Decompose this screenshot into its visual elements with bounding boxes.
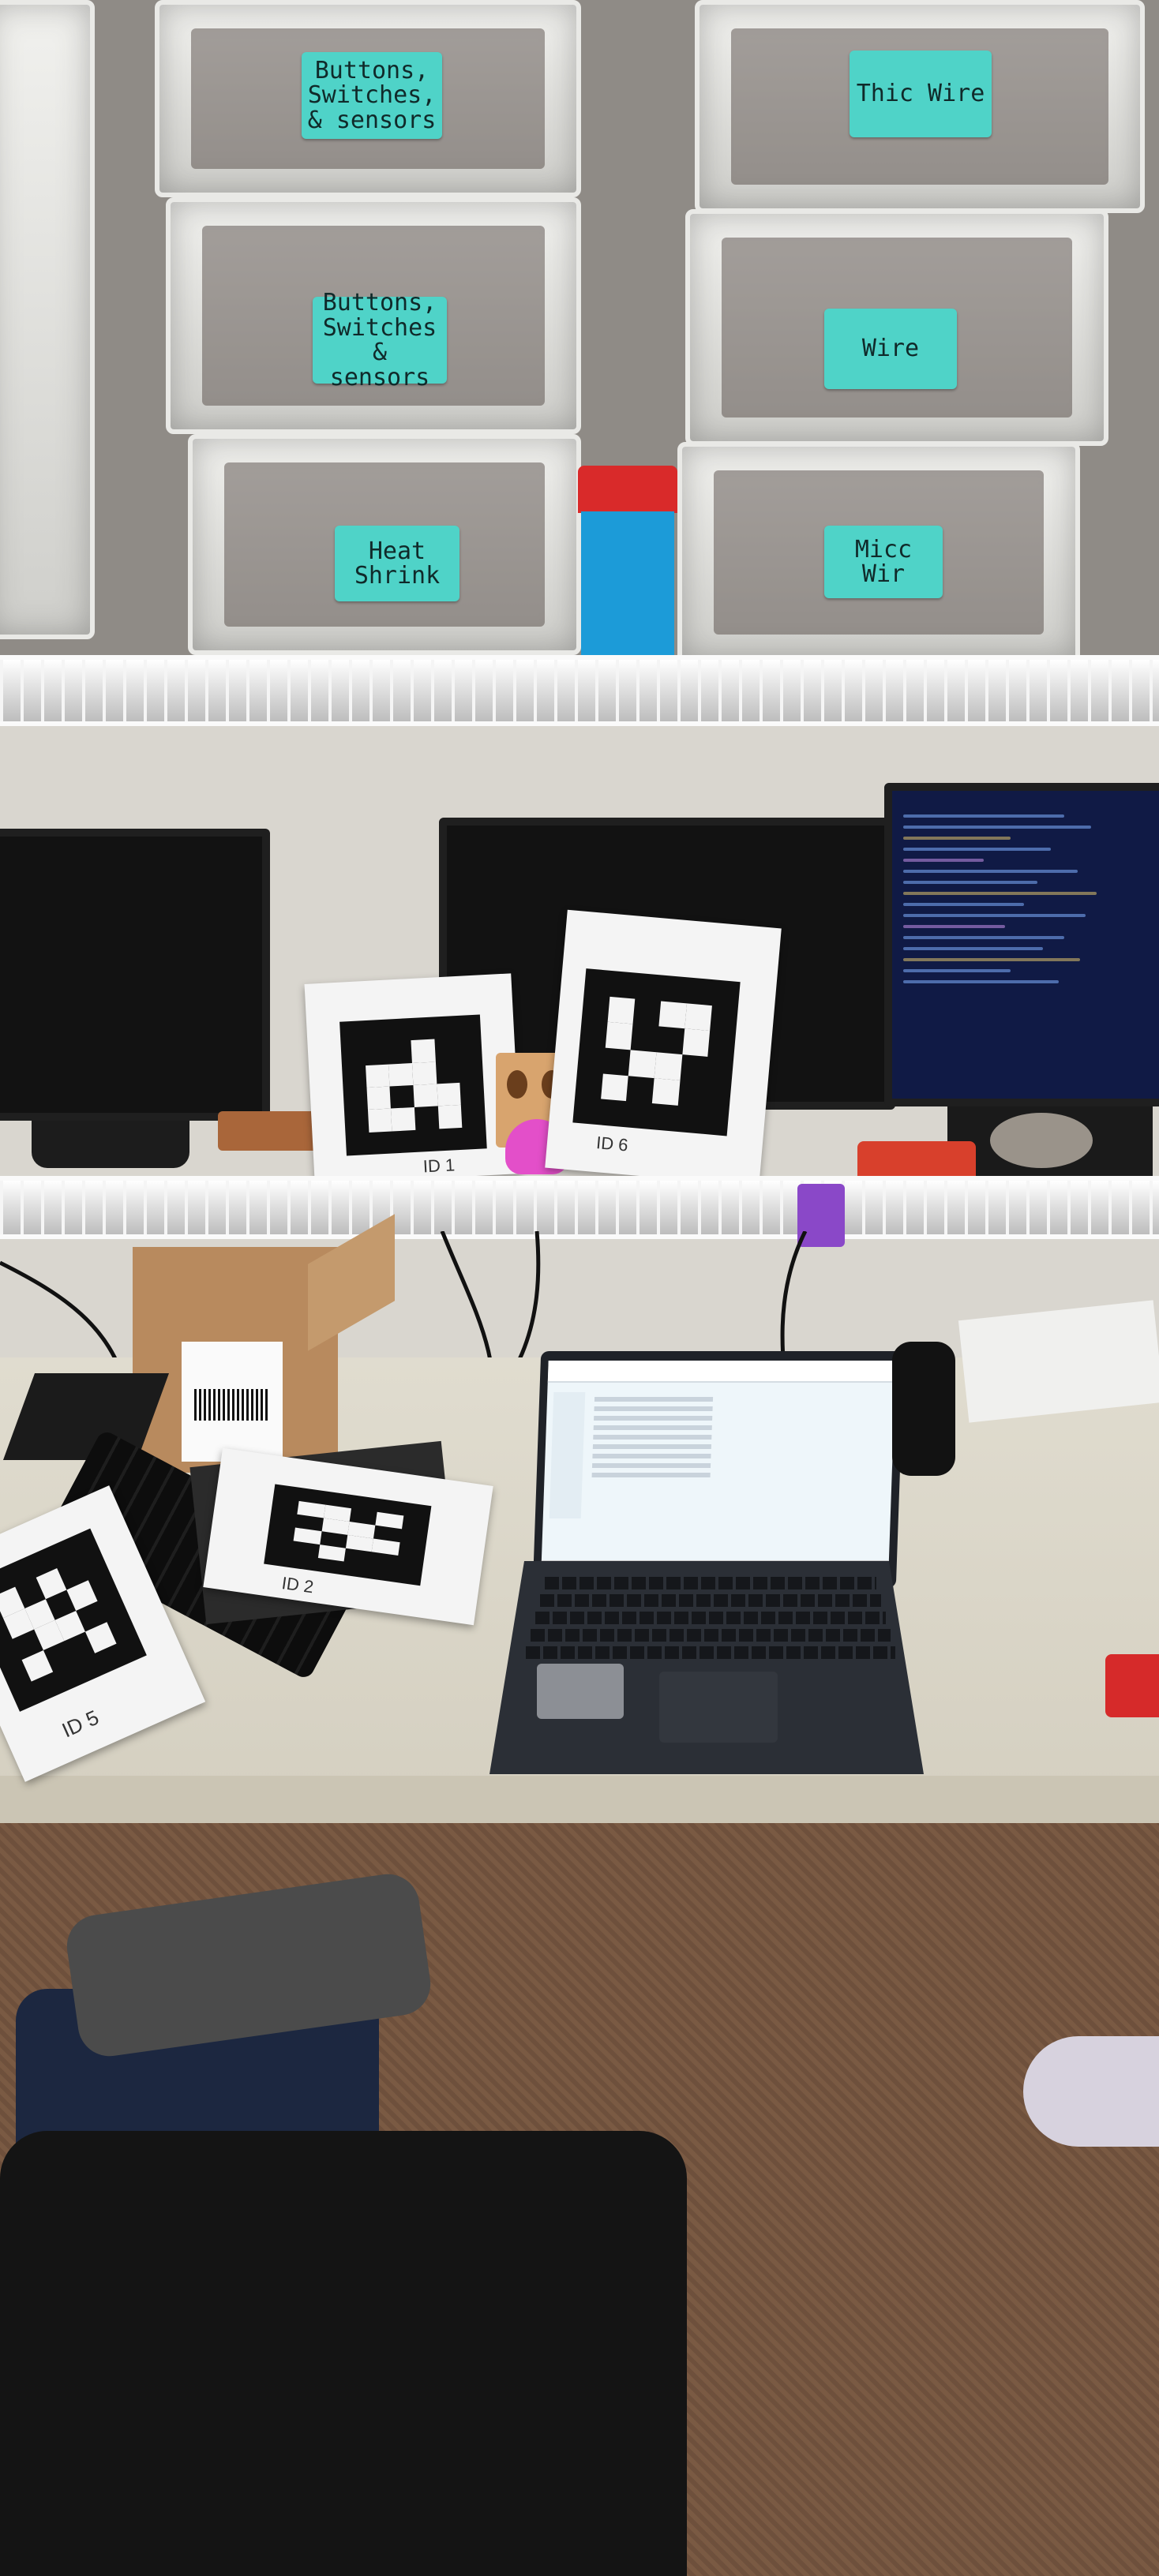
drawer-right-middle: Wire <box>685 209 1108 446</box>
drawer-right-top: Thic Wire <box>695 0 1145 213</box>
upper-wire-shelf <box>0 655 1159 726</box>
marker-caption: ID 2 <box>280 1573 315 1597</box>
drawer-label: Buttons, Switches & sensors <box>313 290 447 390</box>
monitor-stand <box>32 1121 189 1168</box>
side-drawer-stack <box>0 0 95 639</box>
shoe <box>1023 2036 1159 2147</box>
marker-pattern <box>0 1528 147 1712</box>
touchpad <box>659 1672 778 1743</box>
drawer-left-bottom: Heat Shrink <box>188 434 581 655</box>
red-object <box>1105 1654 1159 1717</box>
marker-caption: ID 1 <box>422 1155 456 1177</box>
marker-pattern <box>264 1484 432 1586</box>
drawer-label: Thic Wire <box>850 51 992 137</box>
red-cup <box>578 466 677 513</box>
joystick-controller <box>892 1342 955 1476</box>
drawer-left-top: Buttons, Switches, & sensors <box>155 0 581 197</box>
white-device <box>958 1300 1159 1423</box>
marker-caption: ID 5 <box>58 1705 103 1743</box>
marker-pattern <box>572 968 741 1136</box>
laptop-screen-file-explorer <box>541 1361 896 1574</box>
palmrest-sticker <box>537 1664 624 1719</box>
laptop-keyboard-deck <box>489 1561 924 1774</box>
drawer-label: Micc Wir <box>824 526 943 598</box>
drawer-left-middle: Buttons, Switches & sensors <box>166 197 581 434</box>
left-monitor <box>0 829 270 1121</box>
drawer-right-bottom: Micc Wir <box>677 442 1080 663</box>
drawer-label: Buttons, Switches, & sensors <box>302 52 442 139</box>
marker-caption: ID 6 <box>595 1133 629 1155</box>
drawer-label: Heat Shrink <box>335 526 459 601</box>
shipping-label <box>182 1342 283 1462</box>
marker-pattern <box>339 1014 487 1156</box>
aruco-marker-id6: ID 6 <box>545 909 782 1187</box>
desk-edge <box>0 1776 1159 1823</box>
lower-wire-shelf <box>0 1176 1159 1239</box>
blue-cup <box>581 511 674 669</box>
right-monitor-code-editor <box>884 783 1159 1106</box>
drawer-label: Wire <box>824 309 957 389</box>
aruco-marker-id1: ID 1 <box>304 973 522 1185</box>
tape-roll <box>990 1113 1093 1168</box>
chair-seat <box>0 2131 687 2576</box>
